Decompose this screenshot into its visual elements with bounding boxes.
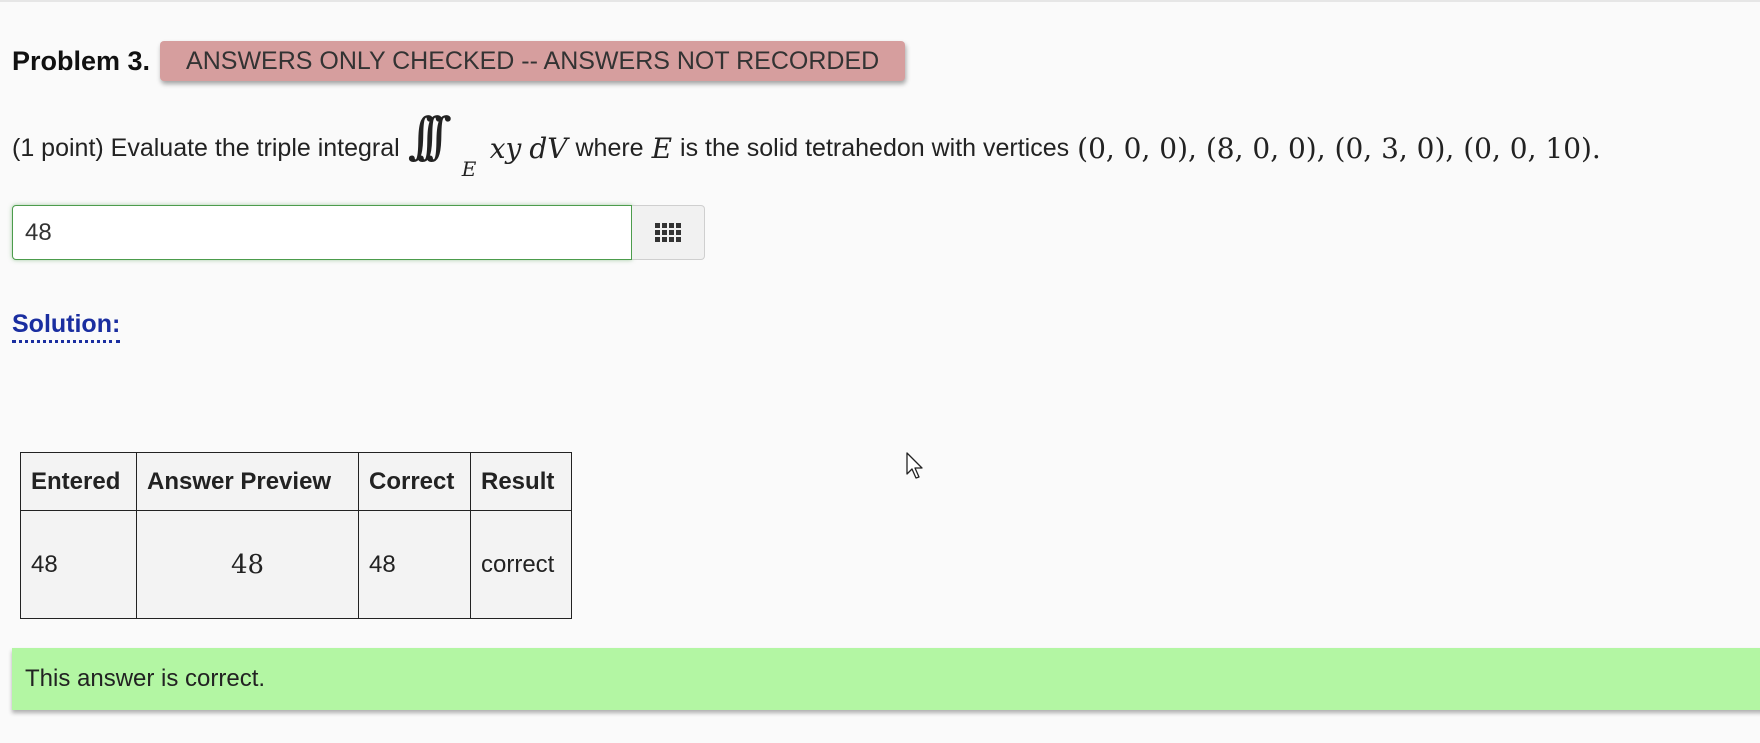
results-table: Entered Answer Preview Correct Result 48… xyxy=(20,452,572,619)
header-answer-preview: Answer Preview xyxy=(136,452,359,511)
feedback-message: This answer is correct. xyxy=(12,648,1760,710)
grid-icon xyxy=(655,223,681,242)
solution-link[interactable]: Solution: xyxy=(12,310,121,343)
problem-header: Problem 3. ANSWERS ONLY CHECKED -- ANSWE… xyxy=(12,40,906,82)
cell-result: correct xyxy=(470,510,572,619)
answer-row xyxy=(12,205,705,260)
table-header-row: Entered Answer Preview Correct Result xyxy=(20,452,572,511)
top-divider xyxy=(0,0,1760,2)
integral-region: E xyxy=(461,157,477,181)
status-banner: ANSWERS ONLY CHECKED -- ANSWERS NOT RECO… xyxy=(160,41,906,81)
region-variable: E xyxy=(651,131,673,165)
problem-title: Problem 3. xyxy=(12,45,151,76)
statement-description: is the solid tetrahedon with vertices xyxy=(680,133,1070,162)
math-keypad-button[interactable] xyxy=(632,205,705,260)
header-correct: Correct xyxy=(358,452,471,511)
integrand: xy xyxy=(489,131,522,165)
differential: dV xyxy=(529,131,568,165)
triple-integral-sign: ∫∫∫ xyxy=(407,107,452,165)
header-entered: Entered xyxy=(20,452,137,511)
mouse-cursor-icon xyxy=(906,452,923,479)
vertices: (0, 0, 0), (8, 0, 0), (0, 3, 0), (0, 0, … xyxy=(1077,131,1601,165)
statement-intro: (1 point) Evaluate the triple integral xyxy=(12,133,400,162)
where-text: where xyxy=(575,133,644,162)
answer-input[interactable] xyxy=(12,205,632,260)
cell-correct: 48 xyxy=(358,510,471,619)
table-row: 48 48 48 correct xyxy=(20,510,572,619)
problem-statement: (1 point) Evaluate the triple integral ∫… xyxy=(12,107,1601,184)
cell-entered: 48 xyxy=(20,510,137,619)
header-result: Result xyxy=(470,452,572,511)
cell-answer-preview: 48 xyxy=(136,510,359,619)
triple-integral: ∫∫∫ E xyxy=(408,107,486,183)
